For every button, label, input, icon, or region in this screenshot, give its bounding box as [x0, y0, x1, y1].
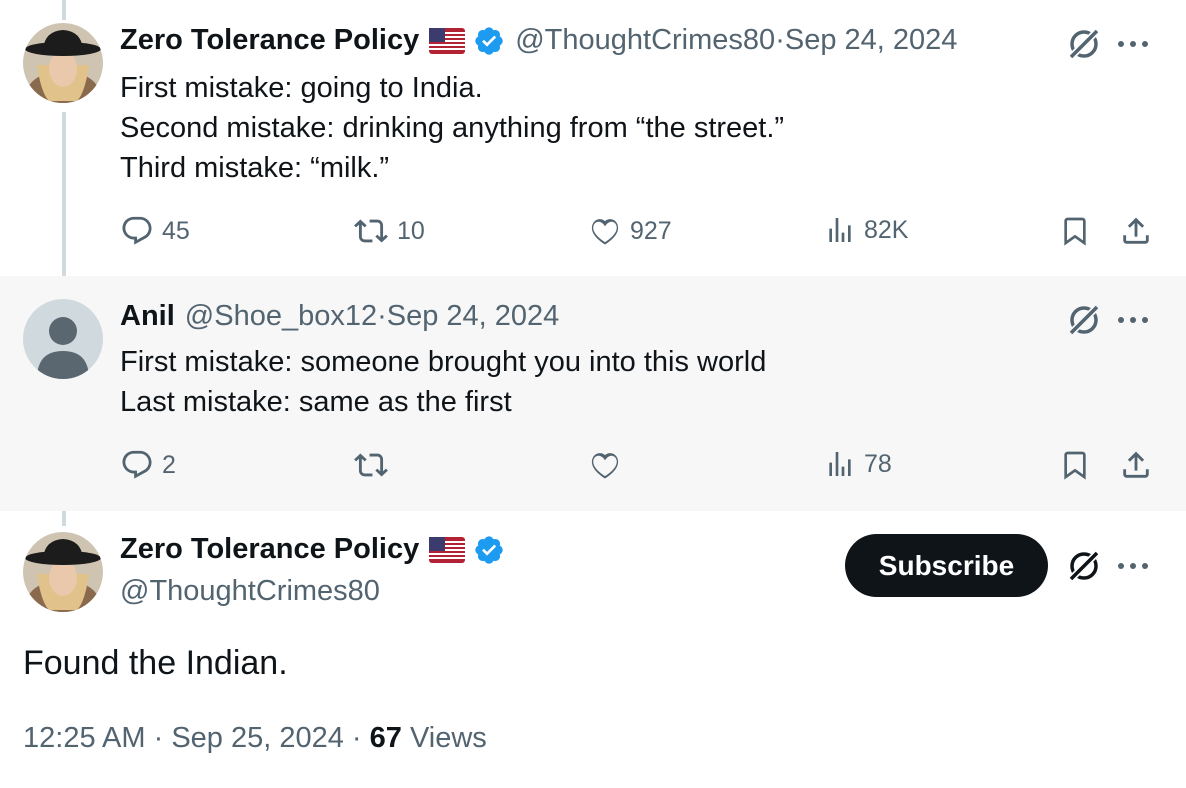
- share-icon: [1123, 451, 1149, 478]
- reply-count: 45: [162, 216, 190, 245]
- share-button[interactable]: [1119, 448, 1153, 482]
- user-handle[interactable]: @Shoe_box12: [185, 300, 377, 333]
- display-name[interactable]: Anil: [120, 300, 175, 333]
- tweet-date[interactable]: Sep 24, 2024: [387, 300, 560, 333]
- verified-badge-icon[interactable]: [473, 25, 505, 57]
- more-icon[interactable]: [1116, 315, 1150, 325]
- grok-icon[interactable]: [1066, 548, 1102, 584]
- tweet-text: First mistake: going to India. Second mi…: [120, 72, 785, 184]
- subscribe-button[interactable]: Subscribe: [845, 534, 1048, 597]
- display-name[interactable]: Zero Tolerance Policy: [120, 24, 419, 57]
- main-tweet-top-icons: [1066, 548, 1150, 584]
- tweet-time[interactable]: 12:25 AM: [23, 722, 146, 754]
- tweet-header: Anil @Shoe_box12 · Sep 24, 2024: [120, 300, 559, 333]
- views-icon: [829, 218, 851, 242]
- avatar[interactable]: [23, 532, 103, 612]
- main-tweet-meta: 12:25 AM · Sep 25, 2024 · 67 Views: [23, 722, 487, 755]
- user-handle[interactable]: @ThoughtCrimes80: [515, 24, 775, 57]
- tweet-header: Zero Tolerance Policy @ThoughtCrimes80 ·…: [120, 24, 957, 57]
- separator-dot: ·: [775, 24, 785, 56]
- grok-icon[interactable]: [1066, 26, 1102, 62]
- like-icon: [591, 453, 619, 479]
- like-button[interactable]: 927: [588, 214, 672, 248]
- reply-button[interactable]: 45: [120, 214, 190, 248]
- tweet-date[interactable]: Sep 24, 2024: [785, 24, 958, 57]
- retweet-button[interactable]: [353, 448, 397, 482]
- tweet-actions: 45 10 927 82K: [0, 214, 1186, 254]
- avatar[interactable]: [23, 23, 103, 103]
- main-tweet-text: Found the Indian.: [23, 644, 288, 682]
- views-count: 67: [369, 722, 402, 754]
- tweet-1[interactable]: Zero Tolerance Policy @ThoughtCrimes80 ·…: [0, 0, 1186, 276]
- separator-dot: ·: [377, 300, 387, 332]
- verified-badge-icon[interactable]: [473, 534, 505, 566]
- views-label: Views: [401, 722, 487, 754]
- main-tweet-header: Zero Tolerance Policy: [120, 533, 505, 566]
- bookmark-icon: [1064, 217, 1086, 246]
- share-button[interactable]: [1119, 214, 1153, 248]
- us-flag-icon: [429, 536, 466, 563]
- us-flag-icon: [429, 27, 466, 54]
- views-count: 78: [864, 449, 892, 478]
- like-button[interactable]: [588, 448, 630, 482]
- tweet-2[interactable]: Anil @Shoe_box12 · Sep 24, 2024 First mi…: [0, 276, 1186, 511]
- tweet-date[interactable]: Sep 25, 2024: [171, 722, 344, 754]
- grok-icon[interactable]: [1066, 302, 1102, 338]
- separator-dot: ·: [145, 722, 172, 754]
- retweet-icon: [354, 453, 388, 477]
- views-button[interactable]: 82K: [824, 214, 908, 246]
- reply-icon: [122, 216, 152, 245]
- views-button[interactable]: 78: [824, 448, 892, 480]
- retweet-button[interactable]: 10: [353, 214, 425, 248]
- bookmark-button[interactable]: [1059, 448, 1091, 482]
- user-handle[interactable]: @ThoughtCrimes80: [120, 575, 380, 608]
- separator-dot: ·: [343, 722, 370, 754]
- like-icon: [591, 219, 619, 245]
- tweet-text: First mistake: someone brought you into …: [120, 346, 767, 418]
- retweet-icon: [354, 219, 388, 243]
- tweet-actions: 2 78: [0, 448, 1186, 488]
- reply-button[interactable]: 2: [120, 448, 176, 482]
- tweet-top-icons: [1066, 302, 1150, 338]
- display-name[interactable]: Zero Tolerance Policy: [120, 533, 419, 566]
- avatar-default[interactable]: [23, 299, 103, 379]
- tweet-top-icons: [1066, 26, 1150, 62]
- bookmark-icon: [1064, 451, 1086, 480]
- like-count: 927: [630, 216, 672, 245]
- more-icon[interactable]: [1116, 561, 1150, 571]
- more-icon[interactable]: [1116, 39, 1150, 49]
- reply-count: 2: [162, 450, 176, 479]
- views-count: 82K: [864, 215, 909, 244]
- bookmark-button[interactable]: [1059, 214, 1091, 248]
- share-icon: [1123, 217, 1149, 244]
- reply-icon: [122, 450, 152, 479]
- views-icon: [829, 452, 851, 476]
- retweet-count: 10: [397, 216, 425, 245]
